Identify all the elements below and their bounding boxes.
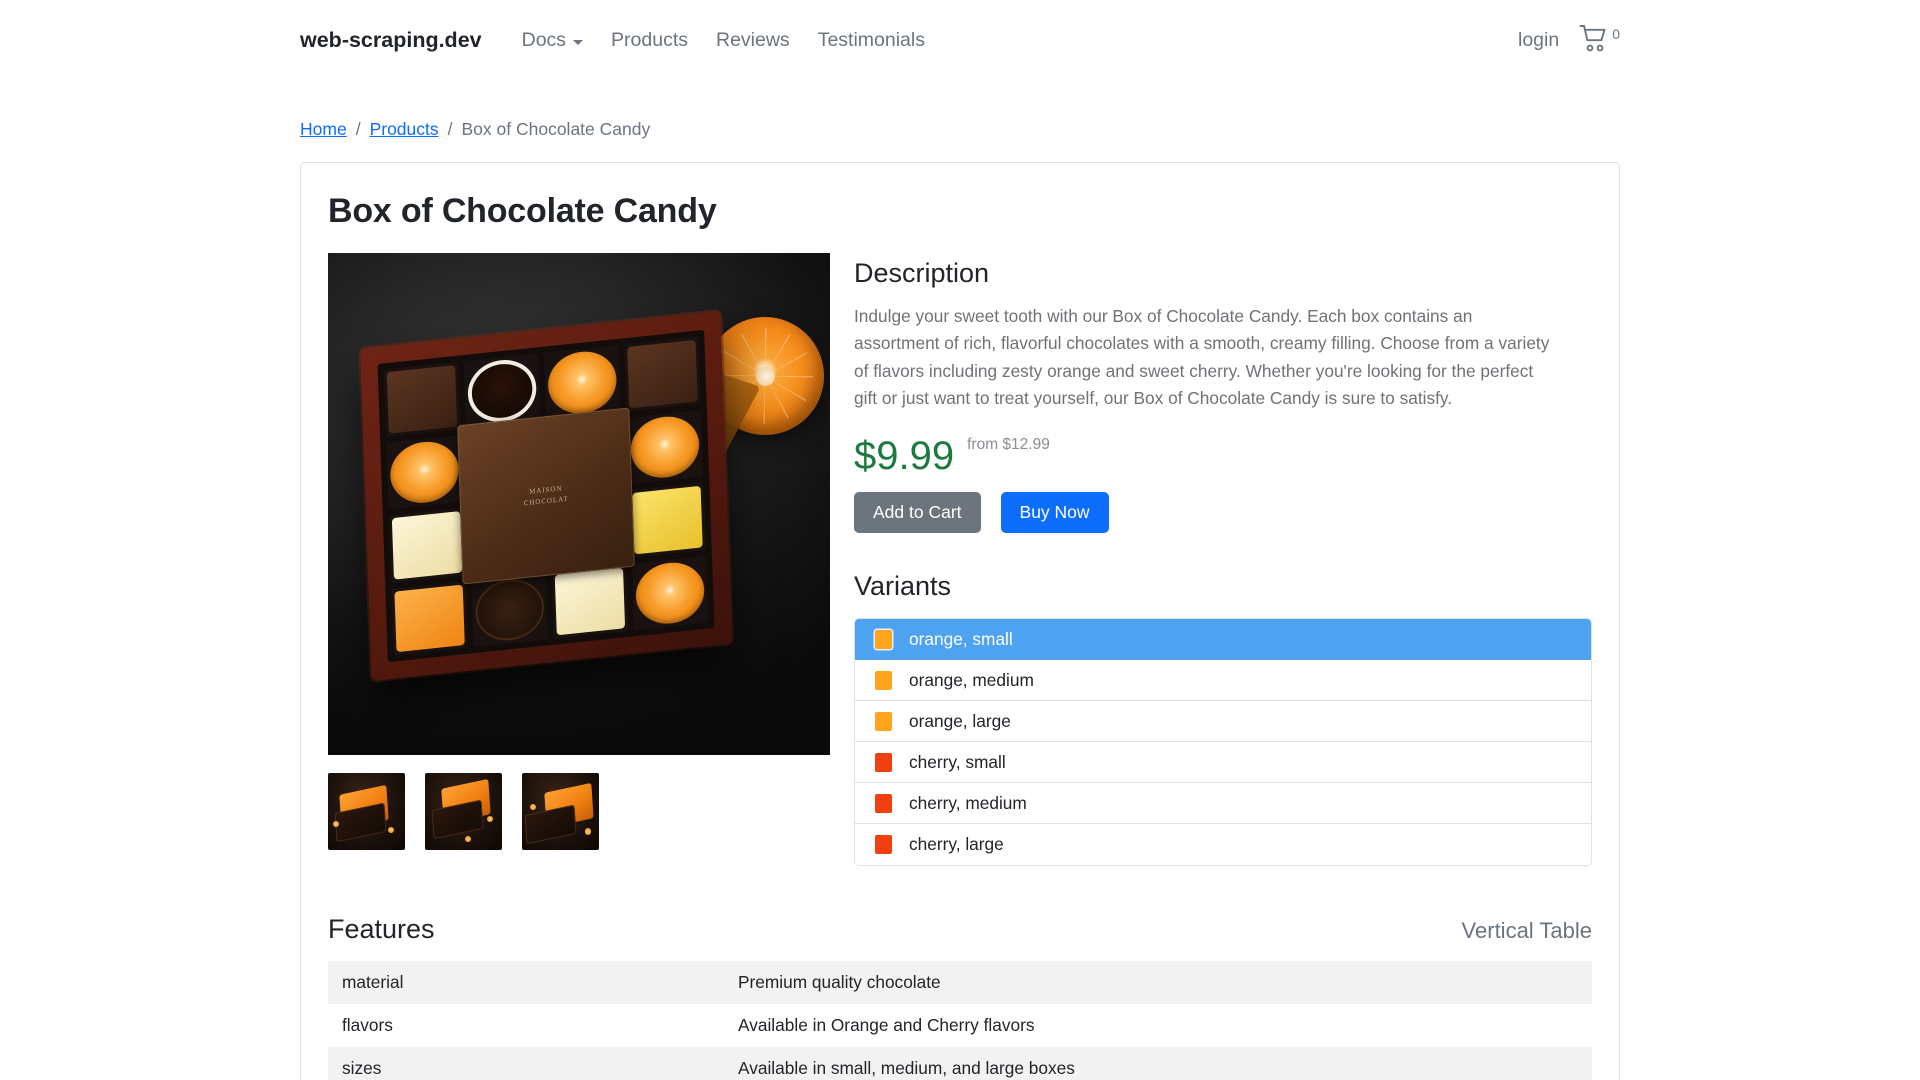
login-link[interactable]: login <box>1518 29 1559 52</box>
features-table: material Premium quality chocolate flavo… <box>328 961 1592 1080</box>
chocolate-plaque: MAISON CHOCOLAT <box>456 407 636 585</box>
nav-item-reviews[interactable]: Reviews <box>702 29 804 52</box>
variant-option-orange-large[interactable]: orange, large <box>855 701 1591 743</box>
description-text: Indulge your sweet tooth with our Box of… <box>854 306 1550 408</box>
page-title: Box of Chocolate Candy <box>328 192 717 230</box>
variant-label: cherry, small <box>909 751 1006 772</box>
breadcrumb-separator-1: / <box>355 119 361 139</box>
variant-option-cherry-large[interactable]: cherry, large <box>855 824 1591 866</box>
variant-swatch-icon <box>875 670 892 690</box>
cart-count-badge: 0 <box>1612 25 1620 42</box>
vertical-table-toggle[interactable]: Vertical Table <box>1462 918 1592 944</box>
thumbnail-1[interactable] <box>328 773 405 850</box>
variant-option-orange-small[interactable]: orange, small <box>855 619 1591 661</box>
site-brand[interactable]: web-scraping.dev <box>300 28 482 53</box>
variant-swatch-icon <box>875 835 892 855</box>
variant-swatch-icon <box>875 629 892 649</box>
table-row: sizes Available in small, medium, and la… <box>328 1047 1592 1080</box>
thumbnail-3[interactable] <box>522 773 599 850</box>
table-row: material Premium quality chocolate <box>328 961 1592 1005</box>
table-row: flavors Available in Orange and Cherry f… <box>328 1004 1592 1048</box>
variant-label: cherry, large <box>909 834 1004 855</box>
variant-label: orange, medium <box>909 669 1034 690</box>
variants-list: orange, small orange, medium orange, lar… <box>854 618 1592 867</box>
feature-key: material <box>342 972 404 993</box>
features-header: Features Vertical Table <box>328 914 1592 945</box>
breadcrumb-home[interactable]: Home <box>300 119 347 140</box>
variant-label: orange, large <box>909 710 1011 731</box>
buy-now-button[interactable]: Buy Now <box>1000 492 1109 534</box>
product-card: Box of Chocolate Candy MAISON CHOCOLAT D… <box>300 162 1620 1080</box>
feature-key: sizes <box>342 1058 382 1079</box>
nav-item-testimonials[interactable]: Testimonials <box>804 29 939 52</box>
plaque-text: MAISON CHOCOLAT <box>523 484 569 508</box>
product-body: MAISON CHOCOLAT Description Indulge your… <box>328 253 1592 867</box>
variant-swatch-icon <box>875 752 892 772</box>
feature-value: Available in Orange and Cherry flavors <box>738 1015 1035 1036</box>
feature-value: Available in small, medium, and large bo… <box>738 1058 1075 1079</box>
top-navbar: web-scraping.dev Docs Products Reviews T… <box>0 0 1920 81</box>
breadcrumb-products[interactable]: Products <box>370 119 439 140</box>
breadcrumb-separator-2: / <box>447 119 453 139</box>
nav-item-products[interactable]: Products <box>597 29 702 52</box>
features-heading: Features <box>328 914 435 945</box>
feature-key: flavors <box>342 1015 393 1036</box>
breadcrumb: Home / Products / Box of Chocolate Candy <box>0 119 1920 140</box>
nav-links: Docs Products Reviews Testimonials <box>508 29 939 52</box>
variants-heading: Variants <box>854 571 952 602</box>
variant-label: orange, small <box>909 628 1013 649</box>
chocolate-box: MAISON CHOCOLAT <box>360 310 732 682</box>
variant-option-cherry-small[interactable]: cherry, small <box>855 742 1591 784</box>
product-details: Description Indulge your sweet tooth wit… <box>854 253 1592 867</box>
feature-value: Premium quality chocolate <box>738 972 941 993</box>
add-to-cart-button[interactable]: Add to Cart <box>854 492 981 534</box>
cart-button[interactable]: 0 <box>1579 24 1620 58</box>
thumbnail-strip <box>328 773 830 850</box>
nav-item-docs-label: Docs <box>521 29 567 51</box>
product-price: $9.99 <box>854 434 955 479</box>
nav-item-docs[interactable]: Docs <box>508 29 597 52</box>
thumbnail-2[interactable] <box>425 773 502 850</box>
price-row: $9.99 from $12.99 <box>854 436 1592 476</box>
variant-option-orange-medium[interactable]: orange, medium <box>855 660 1591 702</box>
breadcrumb-current: Box of Chocolate Candy <box>461 119 651 139</box>
product-gallery: MAISON CHOCOLAT <box>328 253 830 866</box>
product-main-image[interactable]: MAISON CHOCOLAT <box>328 253 830 755</box>
variant-swatch-icon <box>875 793 892 813</box>
action-buttons: Add to Cart Buy Now <box>854 492 1592 534</box>
product-price-from: from $12.99 <box>967 436 1050 454</box>
variant-swatch-icon <box>875 711 892 731</box>
variant-label: cherry, medium <box>909 792 1027 813</box>
shopping-cart-icon <box>1579 24 1611 58</box>
chevron-down-icon <box>573 39 584 45</box>
description-heading: Description <box>854 258 990 288</box>
variant-option-cherry-medium[interactable]: cherry, medium <box>855 783 1591 825</box>
nav-right-group: login 0 <box>1518 24 1620 58</box>
